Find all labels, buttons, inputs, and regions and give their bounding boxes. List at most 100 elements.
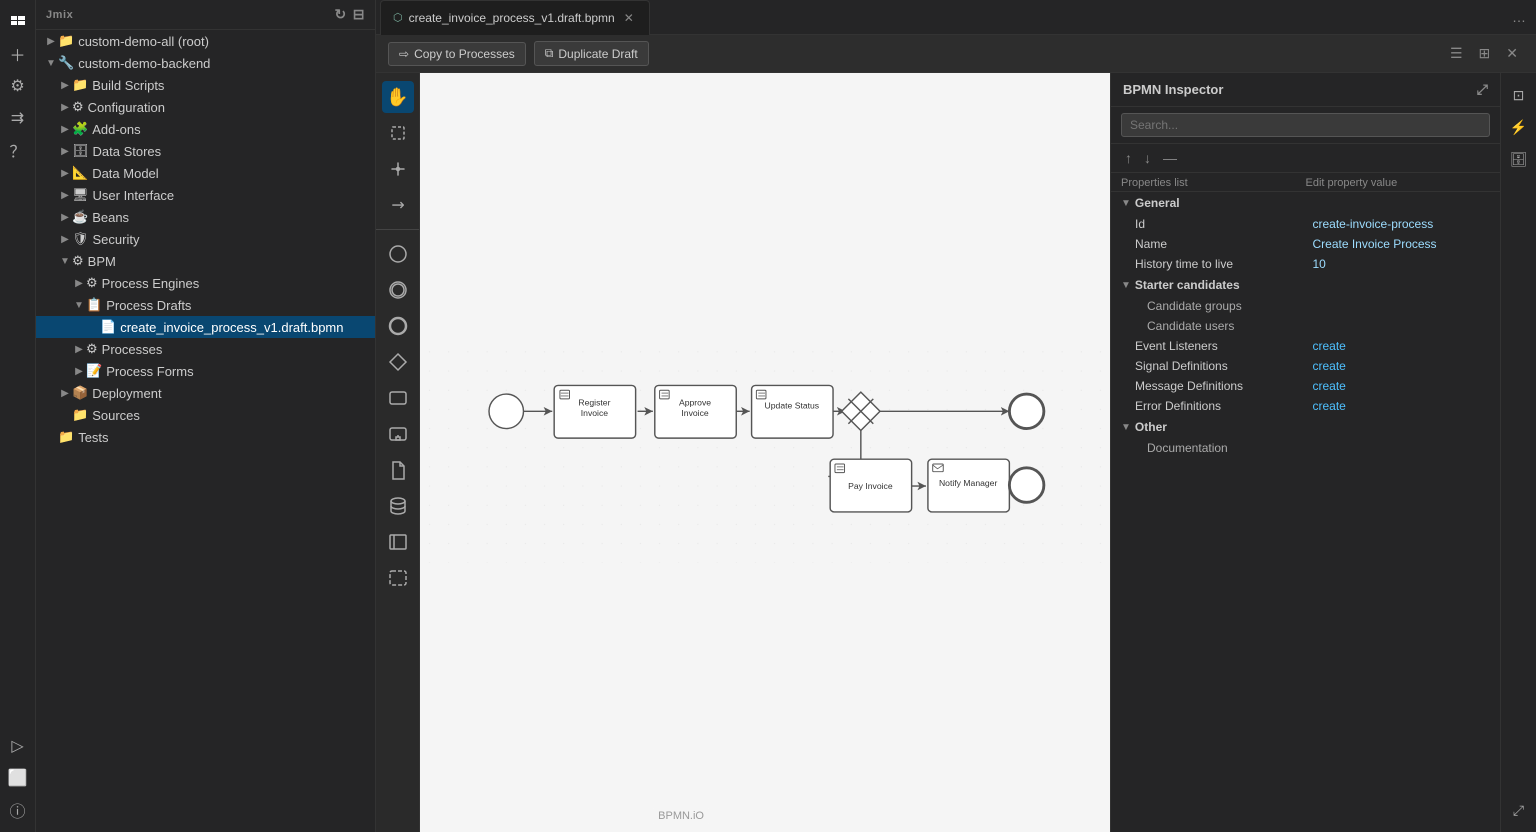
tree-node-configuration[interactable]: ▶ ⚙ Configuration	[36, 96, 375, 118]
node-label: Process Drafts	[106, 298, 367, 313]
grid-view-button[interactable]: ⊞	[1473, 41, 1497, 66]
list-view-button[interactable]: ☰	[1444, 41, 1469, 66]
tree-node-security[interactable]: ▶ 🛡 Security	[36, 228, 375, 250]
connect-tool-button[interactable]: ↗	[376, 182, 420, 227]
tree-node-data-model[interactable]: ▶ 📐 Data Model	[36, 162, 375, 184]
bpmn-tools-panel: ✋ ↗	[376, 73, 420, 832]
tree-node-process-forms[interactable]: ▶ 📝 Process Forms	[36, 360, 375, 382]
right-icon-3[interactable]: 🗄	[1505, 145, 1533, 173]
tree-node-tests[interactable]: 📁 Tests	[36, 426, 375, 448]
model-icon: 📐	[72, 165, 88, 181]
task-tool[interactable]	[382, 382, 414, 414]
info-icon[interactable]: ⓘ	[4, 796, 32, 824]
prop-candidate-users-label: Candidate users	[1147, 319, 1490, 333]
tab-close-button[interactable]: ✕	[621, 10, 637, 26]
prop-id-value: create-invoice-process	[1313, 217, 1491, 231]
node-label: BPM	[88, 254, 367, 269]
tree-node-custom-demo-all[interactable]: ▶ 📁 custom-demo-all (root)	[36, 30, 375, 52]
collapse-icon[interactable]: ⊟	[353, 6, 365, 23]
bpmn-canvas[interactable]: Register Invoice Approve Invoice Update …	[420, 73, 1110, 832]
nav-down-button[interactable]: ↓	[1140, 148, 1155, 168]
node-label: custom-demo-all (root)	[78, 34, 367, 49]
tree-node-process-drafts[interactable]: ▼ 📋 Process Drafts	[36, 294, 375, 316]
tree-node-user-interface[interactable]: ▶ 🖥 User Interface	[36, 184, 375, 206]
inspector-search-input[interactable]	[1121, 113, 1490, 137]
tree-node-bpm[interactable]: ▼ ⚙ BPM	[36, 250, 375, 272]
copy-to-processes-button[interactable]: ⇨ Copy to Processes	[388, 42, 526, 66]
tab-bpmn[interactable]: ⬡ create_invoice_process_v1.draft.bpmn ✕	[380, 0, 650, 35]
space-tool-button[interactable]	[382, 153, 414, 185]
data-object-tool[interactable]	[382, 454, 414, 486]
tab-more-button[interactable]: …	[1506, 5, 1532, 29]
right-icon-2[interactable]: ⚡	[1505, 113, 1533, 141]
prop-id-label: Id	[1135, 217, 1313, 231]
general-section-header[interactable]: ▼ General	[1111, 192, 1500, 214]
module-icon: 🔧	[58, 55, 74, 71]
nav-up-button[interactable]: ↑	[1121, 148, 1136, 168]
gateway-tool[interactable]	[382, 346, 414, 378]
tree-node-data-stores[interactable]: ▶ 🗄 Data Stores	[36, 140, 375, 162]
tree-node-deployment[interactable]: ▶ 📦 Deployment	[36, 382, 375, 404]
prop-message-defs-create-link[interactable]: create	[1313, 379, 1491, 393]
bpm-icon: ⚙	[72, 253, 84, 269]
svg-text:Invoice: Invoice	[581, 408, 608, 418]
prop-candidate-users-row: Candidate users	[1111, 316, 1500, 336]
lasso-tool-button[interactable]	[382, 117, 414, 149]
svg-text:Approve: Approve	[679, 398, 711, 408]
inspector-external-link-icon[interactable]: ⤢	[1477, 81, 1488, 98]
right-icon-4[interactable]: ⤢	[1505, 796, 1533, 824]
tree-node-beans[interactable]: ▶ ☕ Beans	[36, 206, 375, 228]
end-event-tool[interactable]	[382, 310, 414, 342]
duplicate-draft-button[interactable]: ⧉ Duplicate Draft	[534, 41, 649, 66]
tab-label: create_invoice_process_v1.draft.bpmn	[409, 11, 615, 25]
pool-tool[interactable]	[382, 526, 414, 558]
svg-text:Register: Register	[578, 398, 610, 408]
subprocess-tool[interactable]	[382, 418, 414, 450]
duplicate-icon: ⧉	[545, 46, 554, 61]
explorer-icon[interactable]	[4, 8, 32, 36]
arrow-icon: ▶	[58, 168, 72, 179]
node-label: Beans	[92, 210, 367, 225]
close-panel-button[interactable]: ✕	[1500, 41, 1524, 66]
inspector-header: BPMN Inspector ⤢	[1111, 73, 1500, 107]
terminal-icon[interactable]: ⬜	[4, 764, 32, 792]
svg-text:Update Status: Update Status	[765, 400, 820, 410]
settings-icon[interactable]: ⚙	[4, 72, 32, 100]
tree-node-build-scripts[interactable]: ▶ 📁 Build Scripts	[36, 74, 375, 96]
help-icon[interactable]: ？	[4, 136, 32, 164]
add-icon[interactable]: ＋	[4, 40, 32, 68]
processes-icon: ⚙	[86, 341, 98, 357]
hand-tool-button[interactable]: ✋	[382, 81, 414, 113]
start-event-tool[interactable]	[382, 238, 414, 270]
prop-candidate-groups-label: Candidate groups	[1147, 299, 1490, 313]
prop-error-defs-create-link[interactable]: create	[1313, 399, 1491, 413]
data-store-tool[interactable]	[382, 490, 414, 522]
arrow-icon: ▶	[58, 190, 72, 201]
tree-node-custom-demo-backend[interactable]: ▼ 🔧 custom-demo-backend	[36, 52, 375, 74]
prop-event-listeners-create-link[interactable]: create	[1313, 339, 1491, 353]
tree-node-processes[interactable]: ▶ ⚙ Processes	[36, 338, 375, 360]
prop-documentation-row: Documentation	[1111, 438, 1500, 458]
other-section-header[interactable]: ▼ Other	[1111, 416, 1500, 438]
arrow-icon: ▶	[58, 80, 72, 91]
node-label: custom-demo-backend	[78, 56, 367, 71]
prop-history-row: History time to live 10	[1111, 254, 1500, 274]
forward-icon[interactable]: ⇉	[4, 104, 32, 132]
tree-node-process-engines[interactable]: ▶ ⚙ Process Engines	[36, 272, 375, 294]
toolbar: ⇨ Copy to Processes ⧉ Duplicate Draft ☰ …	[376, 35, 1536, 73]
prop-signal-defs-create-link[interactable]: create	[1313, 359, 1491, 373]
tree-node-sources[interactable]: 📁 Sources	[36, 404, 375, 426]
folder-icon: 📁	[72, 77, 88, 93]
right-icon-1[interactable]: ⊡	[1505, 81, 1533, 109]
prop-name-label: Name	[1135, 237, 1313, 251]
nav-dash-button[interactable]: —	[1159, 148, 1181, 168]
starter-candidates-section-header[interactable]: ▼ Starter candidates	[1111, 274, 1500, 296]
refresh-icon[interactable]: ↻	[334, 6, 346, 23]
intermediate-event-tool[interactable]	[382, 274, 414, 306]
arrow-icon	[86, 322, 100, 333]
arrow-icon	[58, 410, 72, 421]
tree-node-add-ons[interactable]: ▶ 🧩 Add-ons	[36, 118, 375, 140]
group-tool[interactable]	[382, 562, 414, 594]
tree-node-bpmn-file[interactable]: 📄 create_invoice_process_v1.draft.bpmn	[36, 316, 375, 338]
run-icon[interactable]: ▷	[4, 732, 32, 760]
